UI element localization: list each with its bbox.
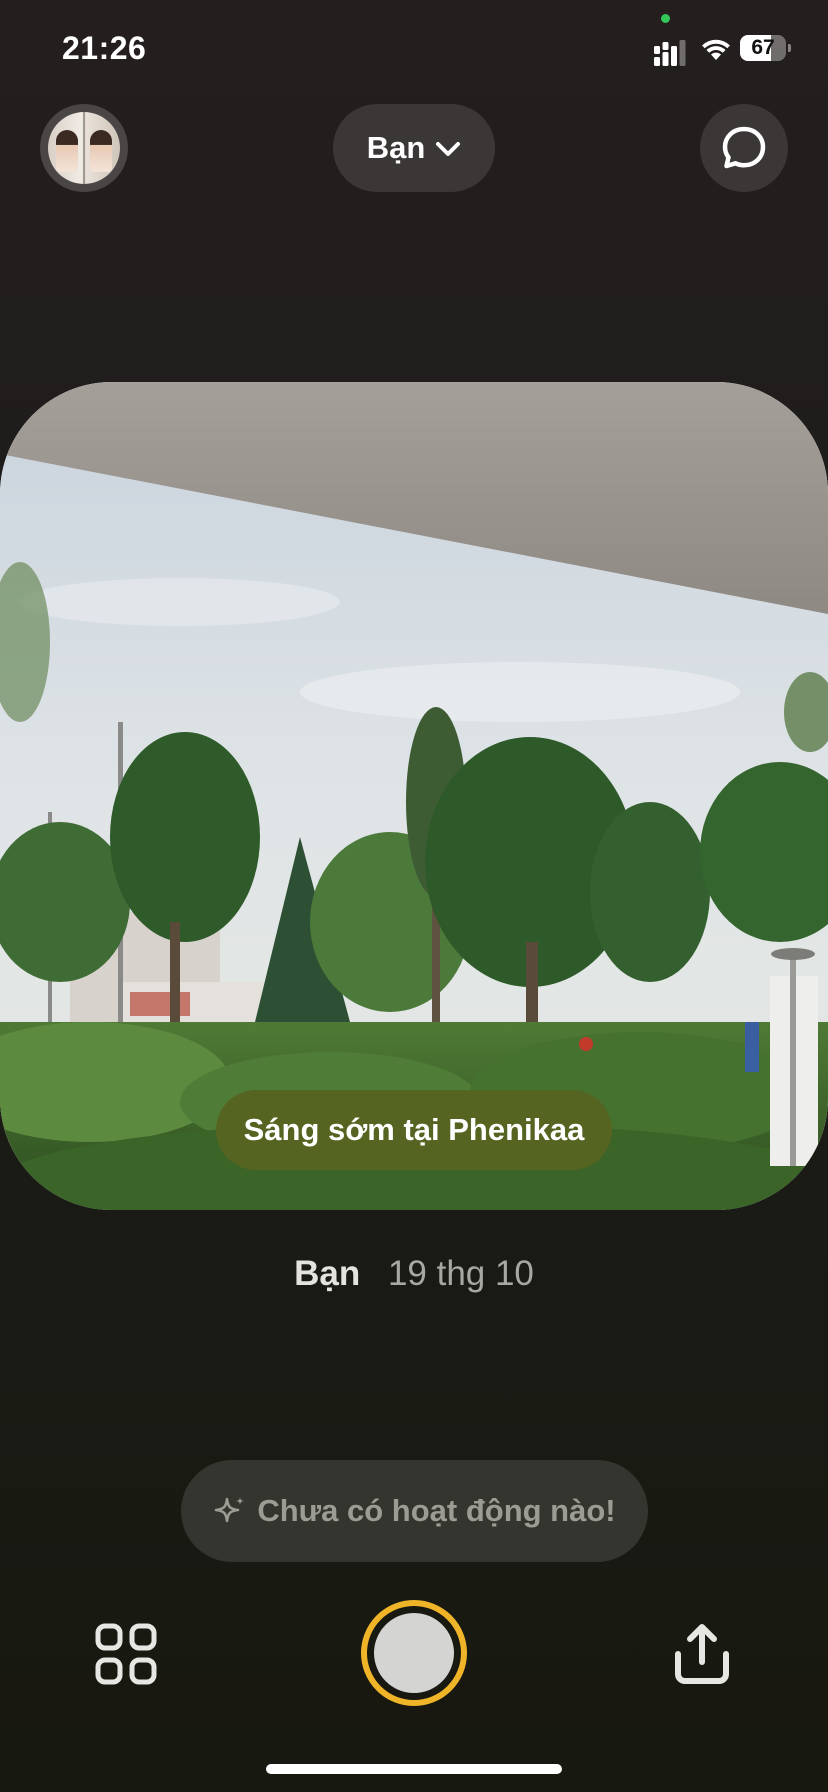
chevron-down-icon: [436, 142, 461, 156]
home-indicator: [266, 1764, 562, 1774]
chat-bubble-icon: [722, 126, 766, 169]
shutter-button[interactable]: [361, 1600, 467, 1706]
cellular-signal-icon: [654, 40, 686, 66]
wifi-icon: [702, 39, 730, 60]
grid-icon[interactable]: [94, 1622, 158, 1686]
profile-avatar-button[interactable]: [40, 104, 128, 192]
activity-text: Chưa có hoạt động nào!: [257, 1493, 616, 1528]
friends-filter-label: Bạn: [366, 130, 426, 165]
share-icon[interactable]: [670, 1622, 734, 1686]
battery-indicator: 67: [740, 35, 791, 61]
chat-button[interactable]: [700, 104, 788, 192]
photo-card[interactable]: [0, 382, 828, 1210]
activity-button[interactable]: Chưa có hoạt động nào!: [181, 1460, 648, 1562]
friends-filter-dropdown[interactable]: Bạn: [333, 104, 495, 192]
battery-level: 67: [751, 36, 775, 59]
shutter-inner: [374, 1613, 454, 1693]
post-meta: Bạn 19 thg 10: [0, 1252, 828, 1296]
camera-in-use-indicator: [661, 14, 670, 23]
avatar: [48, 112, 120, 184]
post-date: 19 thg 10: [387, 1254, 534, 1293]
post-author[interactable]: Bạn: [294, 1254, 360, 1293]
status-time: 21:26: [62, 30, 147, 66]
photo-image: [0, 382, 828, 1210]
photo-caption: Sáng sớm tại Phenikaa: [216, 1090, 612, 1170]
sparkle-icon: [215, 1497, 245, 1523]
